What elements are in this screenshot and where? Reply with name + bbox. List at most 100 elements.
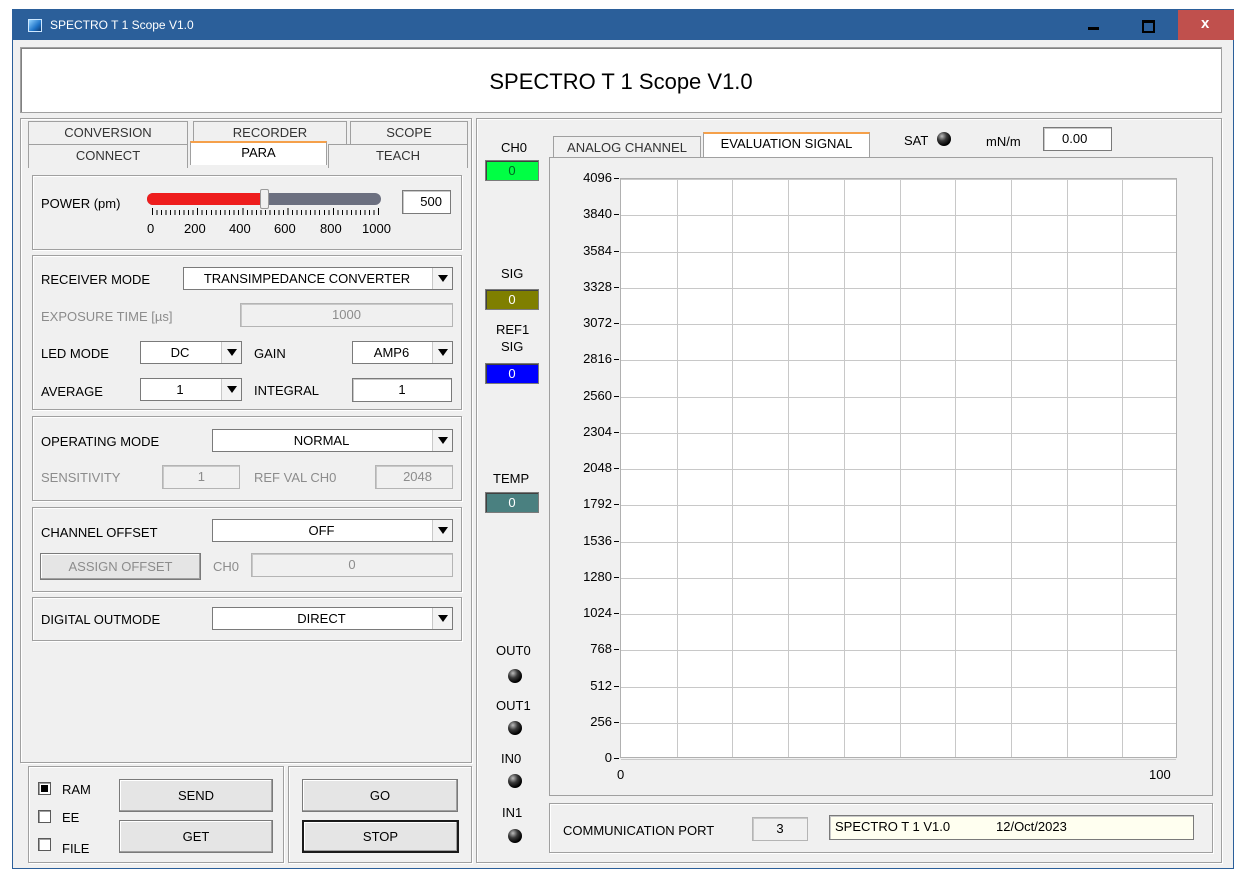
tab-conversion[interactable]: CONVERSION [28,121,188,145]
chart-plot-area [620,178,1177,760]
chart-y-tick-mark [614,178,619,179]
chart-y-tick-mark [614,721,619,723]
chart-gridline-v [955,179,957,757]
channel-offset-select[interactable]: OFF [212,519,453,542]
average-value: 1 [176,382,184,397]
temp-label: TEMP [493,471,530,486]
power-scale-label: 200 [184,221,206,236]
led-mode-select[interactable]: DC [140,341,242,364]
chart-gridline-h [621,541,1176,543]
in0-label: IN0 [501,751,522,766]
chart-y-tick-mark [614,214,619,216]
power-scale-label: 600 [274,221,296,236]
chevron-down-icon[interactable] [432,342,452,363]
chart-y-tick: 1792 [583,496,612,512]
device-info-field: SPECTRO T 1 V1.0 12/Oct/2023 [829,815,1194,840]
led-mode-value: DC [170,345,190,360]
chart-gridline-v [1010,179,1012,757]
chevron-down-icon[interactable] [221,342,241,363]
digital-outmode-select[interactable]: DIRECT [212,607,453,630]
chart-y-tick: 2560 [583,387,612,403]
sig-label: SIG [501,266,524,281]
chart-gridline-h [621,251,1176,253]
sat-value-field[interactable]: 0.00 [1043,127,1112,151]
power-label: POWER (pm) [41,196,121,211]
sensitivity-label: SENSITIVITY [41,470,121,485]
sat-label: SAT [904,133,929,148]
chart-y-tick: 256 [590,713,612,729]
power-scale-major-ticks [152,208,380,215]
chart-y-tick-mark [614,540,619,542]
get-button[interactable]: GET [119,820,273,853]
power-scale-label: 0 [147,221,155,236]
assign-offset-button[interactable]: ASSIGN OFFSET [40,553,201,580]
tab-evaluation-signal[interactable]: EVALUATION SIGNAL [703,132,870,158]
chart-gridline-h [621,360,1176,362]
sat-led-icon [937,132,951,146]
tab-para[interactable]: PARA [190,141,327,165]
chart-y-tick-mark [614,685,619,687]
chart-y-tick: 3072 [583,315,612,330]
average-select[interactable]: 1 [140,378,242,401]
chart-y-tick-mark [614,504,619,506]
chart-gridline-h [621,614,1176,615]
chevron-down-icon[interactable] [432,268,452,289]
chevron-down-icon[interactable] [432,608,452,629]
chart-gridline-v [899,179,901,757]
tab-teach[interactable]: TEACH [328,144,468,168]
chart-y-tick: 1280 [583,568,612,584]
tab-connect[interactable]: CONNECT [28,144,188,168]
power-scale-label: 400 [229,221,251,236]
ram-checkbox[interactable] [38,782,51,795]
chart-y-tick-mark [614,323,619,324]
channel-offset-label: CHANNEL OFFSET [41,525,158,540]
in0-led-icon [508,774,522,788]
ref-val-ch0-label: REF VAL CH0 [254,470,337,485]
out1-label: OUT1 [496,698,531,713]
out0-led-icon [508,669,522,683]
chart-y-tick: 0 [604,750,612,765]
chevron-down-icon[interactable] [221,379,241,400]
page-title: SPECTRO T 1 Scope V1.0 [489,69,753,94]
operating-mode-label: OPERATING MODE [41,434,160,449]
ref1-label: REF1 [496,322,530,337]
ee-label: EE [62,810,80,825]
integral-label: INTEGRAL [254,383,320,398]
chart-y-tick: 2816 [583,351,612,367]
ref1-indicator: 0 [485,363,539,384]
stop-button[interactable]: STOP [302,820,459,853]
chart-y-tick-mark [614,613,619,614]
average-label: AVERAGE [41,384,103,399]
ch0-label: CH0 [501,140,528,155]
power-slider[interactable] [147,189,381,209]
go-button[interactable]: GO [302,779,458,812]
integral-field[interactable]: 1 [352,378,452,402]
gain-select[interactable]: AMP6 [352,341,453,364]
chart-gridline-v [1066,179,1068,757]
chart-x-tick: 0 [617,767,625,782]
chart-gridline-v [676,179,678,757]
chart-gridline-h [621,759,1176,760]
device-name: SPECTRO T 1 V1.0 [835,819,951,834]
chart-y-tick-mark [614,250,619,252]
file-checkbox[interactable] [38,838,51,851]
ee-checkbox[interactable] [38,810,51,823]
chevron-down-icon[interactable] [432,430,452,451]
chart-y-tick: 3840 [583,206,612,222]
power-value-field[interactable]: 500 [402,190,451,214]
chart-gridline-h [621,686,1176,688]
ram-label: RAM [62,782,91,797]
chevron-down-icon[interactable] [432,520,452,541]
power-slider-thumb[interactable] [260,189,269,209]
operating-mode-select[interactable]: NORMAL [212,429,453,452]
tab-scope[interactable]: SCOPE [350,121,468,145]
chart-y-tick: 4096 [583,170,612,185]
chart-y-tick-mark [614,395,619,397]
exposure-time-label: EXPOSURE TIME [µs] [41,309,173,324]
chart-y-tick: 1024 [583,605,612,620]
ref1-sig-label: SIG [501,339,524,354]
receiver-mode-select[interactable]: TRANSIMPEDANCE CONVERTER [183,267,453,290]
send-button[interactable]: SEND [119,779,273,812]
chart-y-tick-mark [614,359,619,361]
chart-y-tick-mark [614,649,619,651]
